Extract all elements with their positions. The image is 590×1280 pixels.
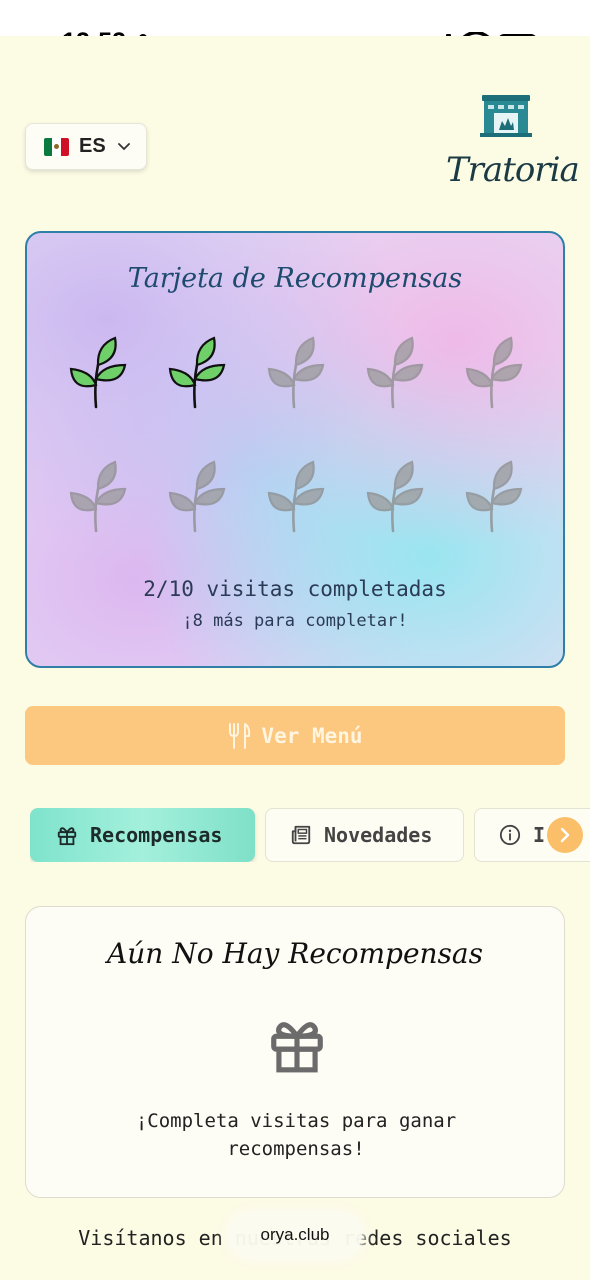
sprout-stamp-empty — [465, 336, 523, 409]
status-bar: 12:52 — [0, 0, 590, 56]
tab-info-label: I — [533, 823, 546, 847]
visits-remaining: ¡8 más para completar! — [182, 611, 408, 631]
info-icon — [499, 824, 521, 846]
sprout-stamp-empty — [168, 460, 226, 533]
chevron-right-icon — [560, 827, 570, 843]
view-menu-label: Ver Menú — [261, 723, 363, 748]
reward-card-title: Tarjeta de Recompensas — [127, 263, 463, 294]
newspaper-icon — [291, 825, 311, 845]
chevron-down-icon — [117, 142, 130, 150]
sprout-stamp-empty — [366, 336, 424, 409]
sprout-stamp-empty — [69, 460, 127, 533]
gift-icon — [57, 827, 77, 846]
language-code: ES — [79, 135, 106, 157]
logo-text: Tratoria — [446, 150, 580, 190]
visit-progress: 2/10 visitas completadas — [143, 577, 447, 601]
reward-card: Tarjeta de Recompensas 2/10 visitas comp… — [25, 231, 565, 668]
tab-rewards-label: Recompensas — [90, 823, 223, 847]
view-menu-button[interactable]: Ver Menú — [25, 706, 565, 765]
empty-rewards-message: ¡Completa visitas para ganar recompensas… — [135, 1110, 457, 1160]
tab-news-label: Novedades — [324, 823, 433, 847]
tab-bar: Recompensas Novedades I — [30, 808, 590, 862]
sprout-stamp-empty — [267, 336, 325, 409]
mexico-flag-icon — [44, 137, 69, 156]
scroll-right-button[interactable] — [547, 817, 583, 853]
empty-rewards-title: Aún No Hay Recompensas — [107, 937, 483, 970]
gift-icon — [271, 1022, 323, 1073]
fork-knife-icon — [229, 722, 251, 749]
empty-rewards-panel: Aún No Hay Recompensas ¡Completa visitas… — [25, 906, 565, 1198]
sprout-stamp-empty — [366, 460, 424, 533]
sprout-stamp-empty — [267, 460, 325, 533]
sprout-stamp-filled — [168, 336, 226, 409]
tab-news[interactable]: Novedades — [265, 808, 464, 862]
sprout-stamp-filled — [69, 336, 127, 409]
tab-rewards[interactable]: Recompensas — [30, 808, 255, 862]
sprout-stamp-empty — [465, 460, 523, 533]
header-background — [0, 36, 590, 76]
language-selector[interactable]: ES — [25, 123, 147, 170]
browser-url-pill[interactable]: orya.club — [228, 1212, 362, 1258]
